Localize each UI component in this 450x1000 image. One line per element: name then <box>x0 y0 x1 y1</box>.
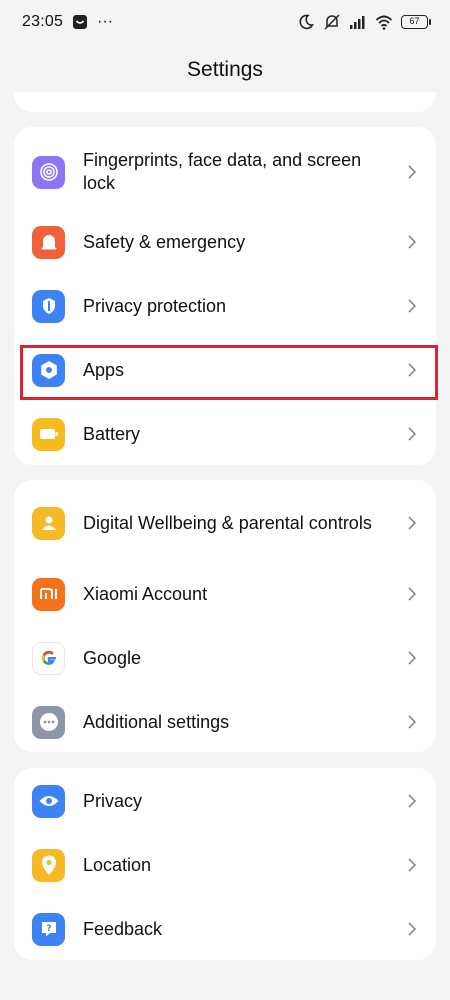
battery-icon <box>32 417 65 451</box>
chevron-right-icon <box>408 235 417 249</box>
settings-item-label: Digital Wellbeing & parental controls <box>83 512 372 533</box>
chevron-right-icon <box>408 794 417 808</box>
settings-item-label: Safety & emergency <box>83 231 246 252</box>
settings-item-privacy-protection[interactable]: Privacy protection <box>14 274 436 338</box>
settings-item-label: Apps <box>83 359 125 380</box>
eye-icon <box>32 784 65 818</box>
settings-item-label: Google <box>83 647 142 668</box>
location-pin-icon <box>32 848 65 882</box>
settings-item-label: Battery <box>83 423 141 444</box>
settings-item-apps[interactable]: Apps <box>14 338 436 402</box>
google-g-icon <box>32 641 65 675</box>
chevron-right-icon <box>408 651 417 665</box>
settings-item-fingerprints[interactable]: Fingerprints, face data, and screen lock <box>14 137 436 207</box>
settings-group-1: Fingerprints, face data, and screen lock… <box>14 127 436 465</box>
chevron-right-icon <box>408 922 417 936</box>
chevron-right-icon <box>408 427 417 441</box>
fingerprint-icon <box>32 155 65 189</box>
settings-group-3: Privacy Location ? Feedback <box>14 768 436 960</box>
settings-item-digital-wellbeing[interactable]: Digital Wellbeing & parental controls <box>14 488 436 558</box>
chevron-right-icon <box>408 715 417 729</box>
chevron-right-icon <box>408 363 417 377</box>
settings-item-label: Feedback <box>83 918 163 939</box>
chevron-right-icon <box>408 299 417 313</box>
settings-item-safety[interactable]: Safety & emergency <box>14 210 436 274</box>
status-right: 67 <box>297 13 431 31</box>
wifi-icon <box>375 15 393 30</box>
settings-item-label: Location <box>83 854 152 875</box>
settings-item-label: Additional settings <box>83 711 230 732</box>
notification-app-icon <box>73 15 88 29</box>
settings-item-label: Xiaomi Account <box>83 583 208 604</box>
alarm-icon <box>32 225 65 259</box>
chevron-right-icon <box>408 165 417 179</box>
status-time: 23:05 <box>22 13 64 30</box>
more-dots-icon <box>32 705 65 739</box>
more-notifications-icon: ··· <box>97 13 114 30</box>
mute-bell-icon <box>324 14 340 30</box>
settings-item-battery[interactable]: Battery <box>14 402 436 466</box>
chevron-right-icon <box>408 516 417 530</box>
page-title: Settings <box>187 58 263 81</box>
settings-item-label: Fingerprints, face data, and screen lock <box>83 150 362 193</box>
battery-indicator: 67 <box>401 15 431 29</box>
wellbeing-icon <box>32 506 65 540</box>
settings-group-2: Digital Wellbeing & parental controls Xi… <box>14 480 436 752</box>
mi-logo-icon <box>32 577 65 611</box>
settings-item-google[interactable]: Google <box>14 626 436 690</box>
settings-item-additional[interactable]: Additional settings <box>14 690 436 754</box>
svg-text:?: ? <box>46 924 51 934</box>
moon-icon <box>299 14 314 30</box>
settings-item-label: Privacy <box>83 790 143 811</box>
chevron-right-icon <box>408 858 417 872</box>
signal-icon <box>350 16 365 29</box>
shield-icon <box>32 289 65 323</box>
settings-item-privacy[interactable]: Privacy <box>14 769 436 833</box>
settings-item-label: Privacy protection <box>83 295 227 316</box>
apps-gear-icon <box>32 353 65 387</box>
chevron-right-icon <box>408 587 417 601</box>
settings-item-xiaomi-account[interactable]: Xiaomi Account <box>14 562 436 626</box>
status-bar: 23:05 ··· 67 <box>0 0 450 44</box>
status-left: 23:05 ··· <box>22 13 113 31</box>
feedback-question-icon: ? <box>32 912 65 946</box>
settings-item-location[interactable]: Location <box>14 833 436 897</box>
settings-item-feedback[interactable]: ? Feedback <box>14 897 436 961</box>
previous-card-edge <box>14 92 436 112</box>
